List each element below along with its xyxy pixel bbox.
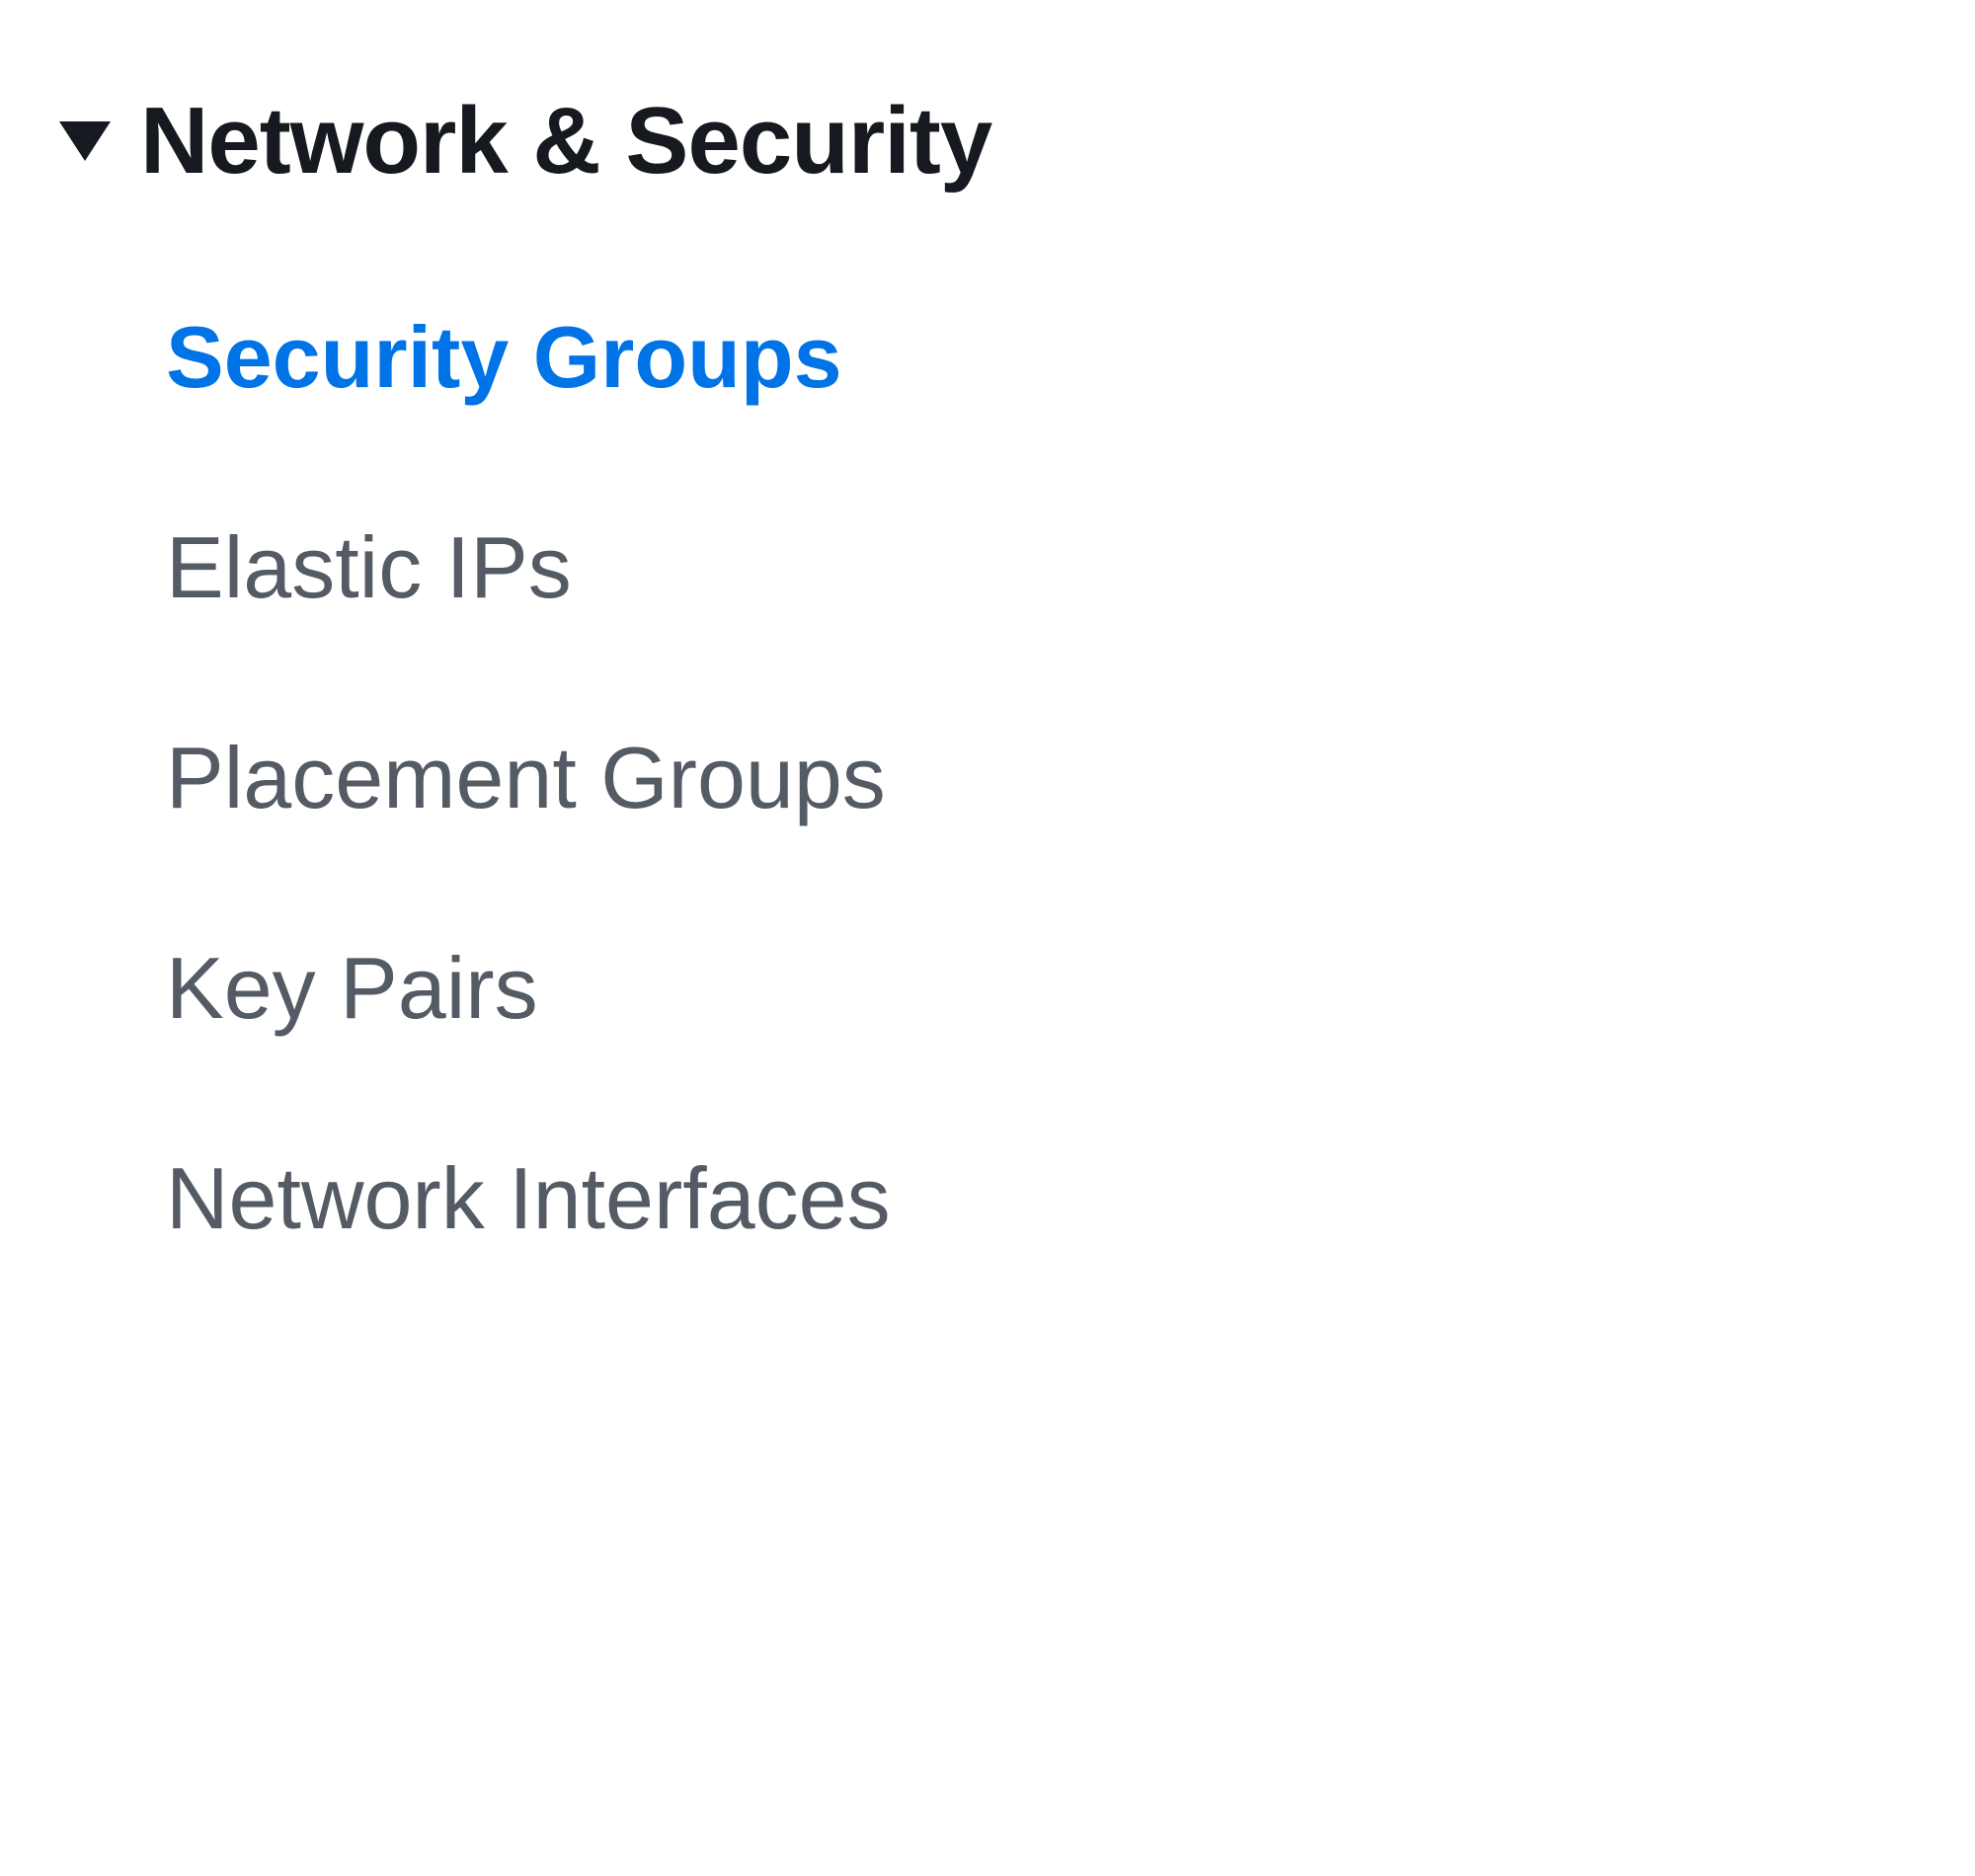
section-header-network-security[interactable]: Network & Security xyxy=(59,89,1975,194)
section-items: Security Groups Elastic IPs Placement Gr… xyxy=(59,307,1975,1249)
section-title: Network & Security xyxy=(140,89,991,194)
sidebar-item-key-pairs[interactable]: Key Pairs xyxy=(166,938,538,1038)
sidebar-item-elastic-ips[interactable]: Elastic IPs xyxy=(166,517,572,617)
sidebar-item-placement-groups[interactable]: Placement Groups xyxy=(166,728,886,827)
sidebar-section-network-security: Network & Security Security Groups Elast… xyxy=(59,89,1975,1249)
sidebar-item-network-interfaces[interactable]: Network Interfaces xyxy=(166,1148,891,1248)
sidebar-item-security-groups[interactable]: Security Groups xyxy=(166,307,842,407)
caret-down-icon xyxy=(59,121,111,161)
